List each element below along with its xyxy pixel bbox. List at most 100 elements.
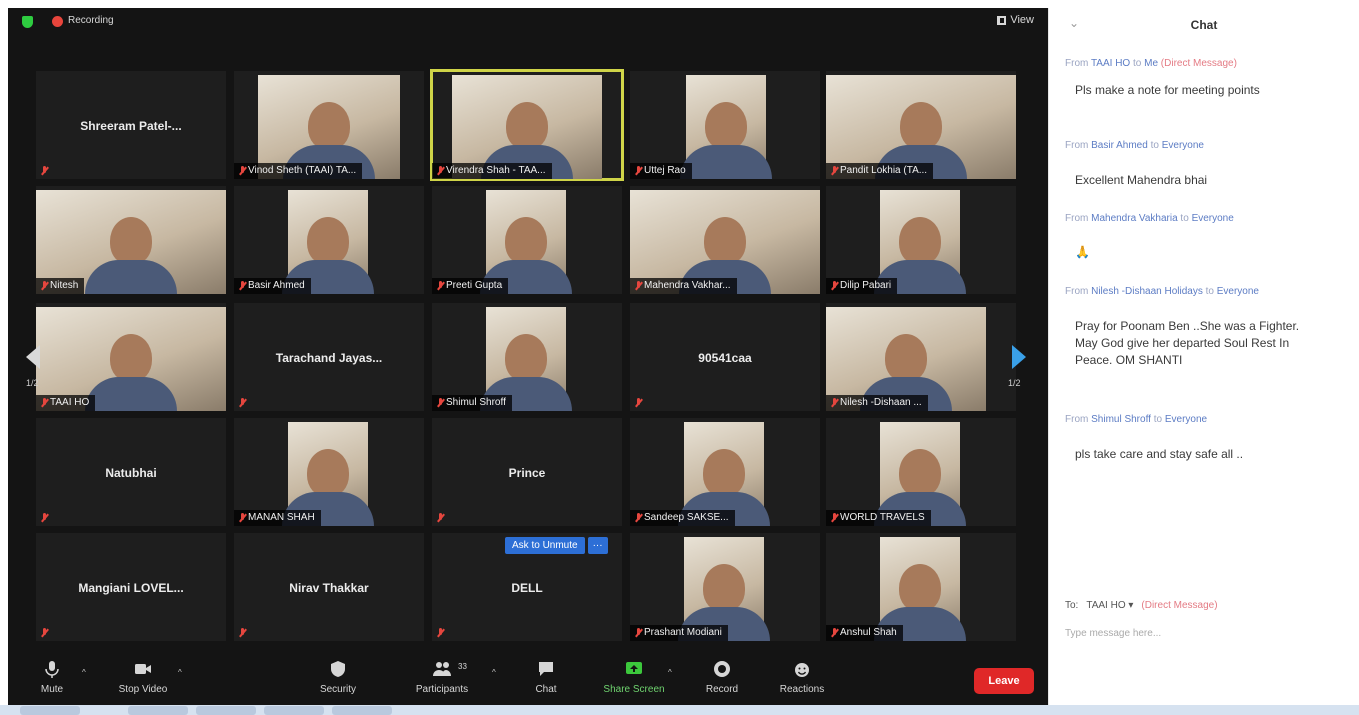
taskbar-app-1[interactable] <box>20 706 80 715</box>
page-indicator-right: 1/2 <box>1008 378 1021 388</box>
participant-tile[interactable]: Mahendra Vakhar... <box>630 186 820 294</box>
person-head <box>307 217 349 266</box>
muted-mic-icon <box>436 513 445 523</box>
person-head <box>307 449 349 498</box>
recipient-dropdown[interactable]: TAAI HO ▾ <box>1086 600 1133 611</box>
chat-message-text: 🙏 <box>1075 245 1090 259</box>
record-button[interactable]: Record <box>682 660 762 695</box>
security-label: Security <box>319 684 357 695</box>
participant-tile[interactable]: Nilesh -Dishaan ... <box>826 303 1016 411</box>
participant-tile[interactable]: Virendra Shah - TAA... <box>430 69 624 181</box>
participant-name-tag: Mahendra Vakhar... <box>630 278 737 294</box>
recording-icon <box>52 16 63 27</box>
muted-mic-icon <box>40 628 49 638</box>
participant-tile[interactable]: Nitesh <box>36 186 226 294</box>
shield-icon[interactable] <box>22 16 33 28</box>
muted-mic-icon <box>40 513 49 523</box>
participant-tile[interactable]: Shimul Shroff <box>432 303 622 411</box>
reactions-button[interactable]: Reactions <box>762 660 842 695</box>
person-body <box>680 145 772 179</box>
participant-tile[interactable]: Nirav Thakkar <box>234 533 424 641</box>
participant-tile[interactable]: Anshul Shah <box>826 533 1016 641</box>
chat-message-header: From Basir Ahmed to Everyone <box>1065 140 1204 151</box>
person-head <box>899 564 941 613</box>
chat-message-input[interactable]: Type message here... <box>1065 628 1161 639</box>
participant-tile[interactable]: Sandeep SAKSE... <box>630 418 820 526</box>
participant-video <box>680 75 772 179</box>
recipient-name: Everyone <box>1161 140 1204 151</box>
muted-mic-icon <box>634 628 643 638</box>
chat-message-header: From Nilesh -Dishaan Holidays to Everyon… <box>1065 286 1259 297</box>
participant-tile[interactable]: Tarachand Jayas... <box>234 303 424 411</box>
next-page-arrow-icon[interactable] <box>1012 345 1026 369</box>
person-body <box>85 377 177 411</box>
stop-video-button[interactable]: Stop Video <box>103 660 183 695</box>
meeting-window: Recording View Shreeram Patel-... Vinod S… <box>8 8 1048 705</box>
view-label: View <box>1010 14 1034 26</box>
person-head <box>110 334 152 383</box>
participants-button[interactable]: Participants <box>402 660 482 695</box>
mute-label: Mute <box>40 684 64 695</box>
reactions-smiley-icon <box>795 663 809 677</box>
view-button[interactable]: View <box>997 14 1034 26</box>
participant-tile[interactable]: Vinod Sheth (TAAI) TA... <box>234 71 424 179</box>
recipient-name: Me <box>1144 58 1159 69</box>
taskbar-app-3[interactable] <box>196 706 256 715</box>
page-indicator-left: 1/2 <box>26 378 39 388</box>
person-body <box>85 260 177 294</box>
screen: Recording View Shreeram Patel-... Vinod S… <box>0 0 1359 715</box>
taskbar-app-2[interactable] <box>128 706 188 715</box>
participant-tile[interactable]: 90541caa <box>630 303 820 411</box>
participant-tile[interactable]: MANAN SHAH <box>234 418 424 526</box>
taskbar-app-5[interactable] <box>332 706 392 715</box>
security-button[interactable]: Security <box>298 660 378 695</box>
muted-mic-icon <box>634 513 643 523</box>
recipient-name: Everyone <box>1191 213 1234 224</box>
participant-tile[interactable]: Uttej Rao <box>630 71 820 179</box>
more-options-button[interactable]: ··· <box>587 537 608 554</box>
audio-options-caret-icon[interactable]: ^ <box>82 668 86 677</box>
leave-button[interactable]: Leave <box>974 668 1034 694</box>
to-word: to <box>1130 58 1145 69</box>
chat-message-text: Excellent Mahendra bhai <box>1075 173 1208 187</box>
participant-tile[interactable]: Mangiani LOVEL... <box>36 533 226 641</box>
record-label: Record <box>705 684 739 695</box>
participant-tile[interactable]: Prashant Modiani <box>630 533 820 641</box>
participant-name: Mangiani LOVEL... <box>78 581 184 595</box>
sender-name: Nilesh -Dishaan Holidays <box>1091 286 1203 297</box>
person-head <box>110 217 152 266</box>
from-label: From <box>1065 286 1092 297</box>
share-screen-button[interactable]: Share Screen <box>594 660 674 695</box>
participant-name: DELL <box>511 581 543 595</box>
muted-mic-icon <box>40 281 49 291</box>
muted-mic-icon <box>238 513 247 523</box>
previous-page-arrow-icon[interactable] <box>26 345 40 369</box>
participants-options-caret-icon[interactable]: ^ <box>492 668 496 677</box>
person-head <box>308 102 350 151</box>
video-options-caret-icon[interactable]: ^ <box>178 668 182 677</box>
taskbar-app-4[interactable] <box>264 706 324 715</box>
participant-name: Tarachand Jayas... <box>275 351 383 365</box>
participant-tile[interactable]: Shreeram Patel-... <box>36 71 226 179</box>
microphone-icon <box>45 661 59 678</box>
mute-button[interactable]: Mute <box>12 660 92 695</box>
to-label: To: <box>1065 600 1079 611</box>
participant-tile[interactable]: Preeti Gupta <box>432 186 622 294</box>
participant-tile[interactable]: Pandit Lokhia (TA... <box>826 71 1016 179</box>
participant-tile[interactable]: WORLD TRAVELS <box>826 418 1016 526</box>
participant-tile[interactable]: TAAI HO <box>36 303 226 411</box>
participant-tile[interactable]: Dilip Pabari <box>826 186 1016 294</box>
participant-tile[interactable]: Prince <box>432 418 622 526</box>
video-camera-icon <box>135 664 151 674</box>
participant-name: 90541caa <box>698 351 752 365</box>
participant-name: Nirav Thakkar <box>289 581 369 595</box>
stop-video-label: Stop Video <box>118 684 168 695</box>
participant-name-tag: Prashant Modiani <box>630 625 728 641</box>
person-head <box>899 217 941 266</box>
muted-mic-icon <box>436 628 445 638</box>
ask-to-unmute-button[interactable]: Ask to Unmute <box>505 537 585 554</box>
participant-tile[interactable]: Natubhai <box>36 418 226 526</box>
share-options-caret-icon[interactable]: ^ <box>668 668 672 677</box>
chat-button[interactable]: Chat <box>506 660 586 695</box>
participant-tile[interactable]: Basir Ahmed <box>234 186 424 294</box>
